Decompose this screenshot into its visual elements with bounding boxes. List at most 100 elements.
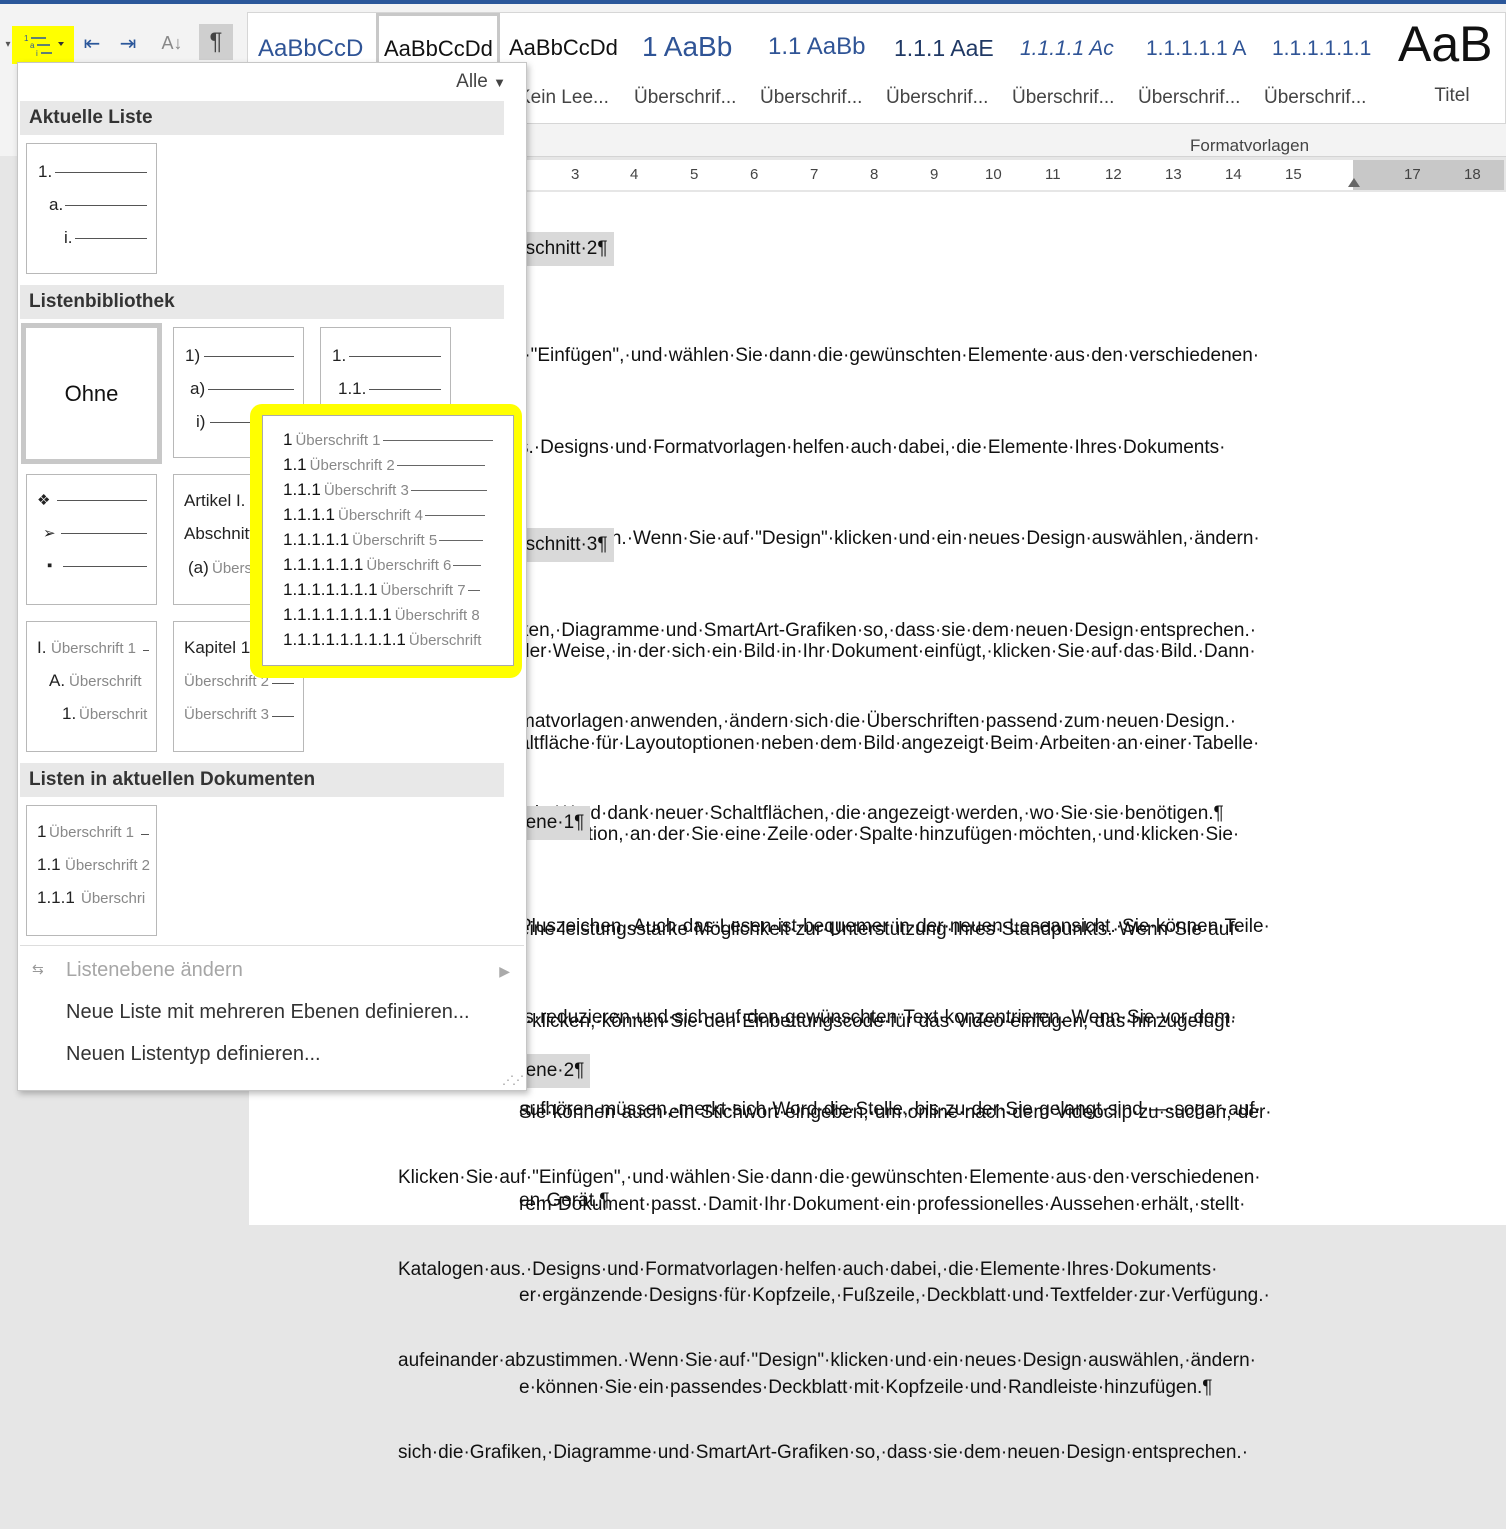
multilevel-list-button[interactable]: 1 a i [16,28,72,62]
arrow-bullet-icon: ➢ [43,525,56,542]
list-item: 1.1.1 Überschrift 3 [283,480,487,500]
style-item-heading-6[interactable]: 1.1.1.1.1.1 [1262,13,1388,123]
show-formatting-button[interactable]: ¶ [199,24,233,60]
list-line [63,566,147,567]
menu-change-list-level[interactable]: Listenebene ändern [66,959,243,982]
list-line [143,650,149,651]
ruler-tick: 17 [1404,166,1421,183]
chevron-right-icon: ▶ [499,963,510,979]
section-list-library: Listenbibliothek [20,285,504,319]
ruler-tick: 9 [930,166,939,183]
list-number: 1.1 [283,455,307,474]
list-number: a) [190,379,206,398]
text-line: "·klicken,·können·Sie·den·Einbettungscod… [519,1010,1237,1032]
list-label: Übers [212,560,253,577]
style-item-heading-2[interactable]: 1.1 AaBb [758,13,884,123]
svg-text:a: a [30,41,35,50]
ruler-tick: 5 [690,166,699,183]
list-none-tile[interactable]: Ohne [21,323,162,464]
current-list-tile[interactable]: 1. a. i. [26,143,157,274]
ruler-tick: 4 [630,166,639,183]
list-number: i. [64,228,73,247]
list-line [61,533,147,534]
list-label: Überschrift 3 [323,481,409,499]
list-number: 1.1.1 [37,888,75,907]
increase-indent-icon[interactable]: ⇥ [114,26,142,60]
list-item: 1.1.1.1.1.1.1.1.1 Überschrift [283,630,481,650]
decrease-indent-icon[interactable]: ⇤ [78,26,106,60]
list-number: 1.1.1.1.1.1.1 [283,580,378,599]
list-number: Abschnitt [184,524,254,543]
resize-grip-icon[interactable]: ⋰⋰ [502,1073,524,1087]
text-line: bzustimmen.·Wenn·Sie·auf·"Design"·klicke… [519,528,1260,549]
list-number: A. [49,671,66,690]
section-current-list: Aktuelle Liste [20,101,504,135]
list-number: Kapitel 1 [184,638,251,657]
list-line [204,356,294,357]
list-heading-numbering-preview[interactable]: 1 Überschrift 1 1.1 Überschrift 2 1.1.1 Übe… [262,415,514,666]
list-number: (a) [188,558,209,577]
section-recent-lists: Listen in aktuellen Dokumenten [20,763,504,797]
list-number: 1 [283,430,293,449]
list-item: 1.1.1.1.1.1.1.1 Überschrift 8 [283,605,480,625]
list-item: 1.1 Überschrift 2 [283,455,485,475]
svg-text:i: i [36,49,38,58]
list-number: 1.1.1.1 [283,505,335,524]
menu-define-multilevel-list[interactable]: Neue Liste mit mehreren Ebenen definiere… [66,1001,470,1024]
filter-label: Alle [456,71,488,92]
list-line [369,389,441,390]
list-number: 1.1.1.1.1.1.1.1.1 [283,630,406,649]
list-bullets-tile[interactable]: ❖ ➢ ▪ [26,474,157,605]
ruler-tick: 14 [1225,166,1242,183]
list-label: Überschrift 2 [309,456,395,474]
list-line [65,205,147,206]
list-label: Überschrift 4 [338,506,424,524]
list-line [410,489,487,491]
list-line [439,539,484,541]
list-line [75,238,147,239]
pilcrow-icon: ¶ [209,28,223,55]
list-item: 1.1.1.1.1.1 Überschrift 6 [283,555,482,575]
list-item: 1.1.1.1.1.1.1 Überschrift 7 [283,580,480,600]
list-roman-headings-tile[interactable]: I. Überschrift 1 A. Überschrift 1. Übers… [26,621,157,752]
list-label: Überschrift 7 [380,581,466,599]
list-line [396,464,485,466]
list-number: 1. [38,162,53,181]
style-item-title[interactable]: AaB Titel [1388,13,1504,123]
list-label: Überschri [81,890,146,907]
filter-dropdown[interactable]: Alle ▼ [456,71,506,93]
list-line [349,356,441,357]
none-label: Ohne [64,380,119,406]
list-line [141,834,149,835]
menu-define-list-style[interactable]: Neuen Listentyp definieren... [66,1043,321,1066]
indent-marker-icon[interactable] [1348,178,1360,187]
list-line [57,500,147,501]
style-item-heading-5[interactable]: 1.1.1.1.1 A [1136,13,1262,123]
list-item: 1.1.1.1.1 Überschrift 5 [283,530,484,550]
ruler-tick: 12 [1105,166,1122,183]
text-line: Klicken·Sie·auf·"Einfügen",·und·wählen·S… [398,1167,1261,1188]
list-label: Überschrift 3 [184,706,270,723]
recent-list-tile[interactable]: 1 Überschrift 1 1.1 Überschrift 2 1.1.1 … [26,805,157,936]
ruler-tick: 11 [1045,166,1061,183]
list-line [453,564,482,566]
square-bullet-icon: ▪ [47,557,53,574]
text-line: altfläche·für·Layoutoptionen·neben·dem·B… [519,732,1260,754]
style-item-heading-1[interactable]: 1 AaBb [632,13,758,123]
list-number: 1.1.1.1.1.1 [283,555,364,574]
list-label: Überschrit [79,706,148,723]
ruler-tick: 18 [1464,166,1481,183]
list-number: 1 [37,822,47,841]
sort-icon[interactable]: A↓ [158,26,186,60]
ruler-tick: 3 [571,166,580,183]
style-item-heading-4[interactable]: 1.1.1.1 Ac [1010,13,1136,123]
list-number: i) [196,412,206,431]
text-line: Katalogen·aus.·Designs·und·Formatvorlage… [398,1258,1218,1280]
list-number: 1.1.1 [283,480,321,499]
text-line: eine·leistungsstarke·Möglichkeit·zur·Unt… [519,919,1241,940]
ruler-tick: 6 [750,166,759,183]
dropdown-arrow-icon[interactable]: ▾ [2,32,14,56]
style-item-heading-3[interactable]: 1.1.1 AaE [884,13,1010,123]
list-item: 1.1.1.1 Überschrift 4 [283,505,486,525]
list-number: 1) [185,346,201,365]
